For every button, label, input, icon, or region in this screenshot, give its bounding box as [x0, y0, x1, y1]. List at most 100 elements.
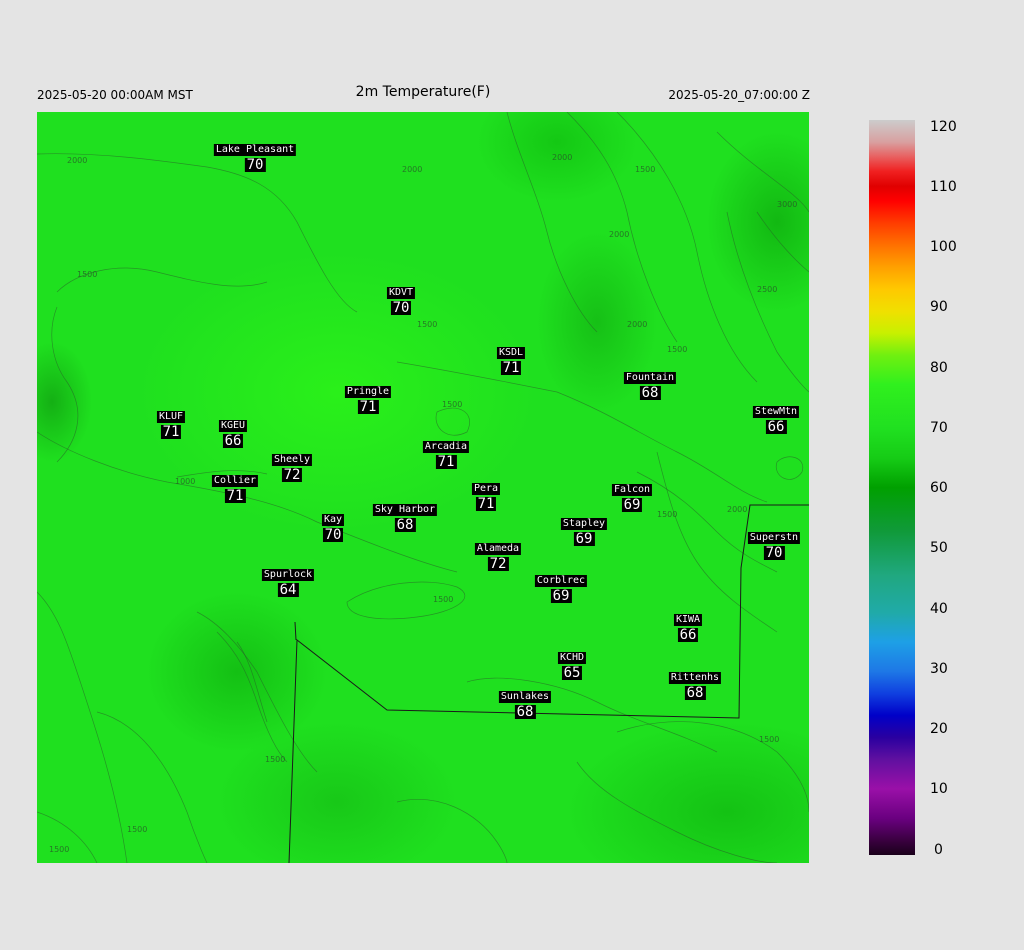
station-name: KGEU	[218, 420, 248, 432]
station-name: Corblrec	[534, 575, 588, 587]
station-kiwa: KIWA 66	[673, 609, 703, 643]
station-temperature: 72	[487, 556, 509, 572]
station-name: KSDL	[496, 347, 526, 359]
station-name: Sky Harbor	[372, 504, 438, 516]
station-stapley: Stapley 69	[560, 513, 608, 547]
station-temperature: 66	[222, 433, 244, 449]
station-rittenhs: Rittenhs 68	[668, 667, 722, 701]
station-superstn: Superstn 70	[747, 527, 801, 561]
station-kluf: KLUF 71	[156, 406, 186, 440]
valid-time-utc: 2025-05-20_07:00:00 Z	[668, 88, 810, 102]
contour-label: 1500	[759, 735, 779, 744]
contour-label: 2000	[627, 320, 647, 329]
station-name: Collier	[211, 475, 259, 487]
contour-label: 1500	[127, 825, 147, 834]
station-temperature: 66	[765, 419, 787, 435]
station-name: Sheely	[271, 454, 313, 466]
station-name: Sunlakes	[498, 691, 552, 703]
terrain-contours: 2000 2000 2000 1500 1500 1500 2000 2000 …	[37, 112, 809, 863]
station-name: Arcadia	[422, 441, 470, 453]
station-temperature: 71	[435, 454, 457, 470]
station-name: Spurlock	[261, 569, 315, 581]
station-name: KLUF	[156, 411, 186, 423]
station-name: Kay	[321, 514, 345, 526]
temperature-map: 2000 2000 2000 1500 1500 1500 2000 2000 …	[37, 112, 809, 863]
station-kay: Kay 70	[321, 509, 345, 543]
colorbar-tick-label: 70	[930, 420, 948, 436]
station-temperature: 71	[500, 360, 522, 376]
contour-label: 1500	[667, 345, 687, 354]
colorbar-tick-label: 90	[930, 299, 948, 315]
station-kchd: KCHD 65	[557, 647, 587, 681]
station-temperature: 69	[550, 588, 572, 604]
station-sky-harbor: Sky Harbor 68	[372, 499, 438, 532]
contour-label: 1500	[417, 320, 437, 329]
station-spurlock: Spurlock 64	[261, 564, 315, 598]
station-name: Alameda	[474, 543, 522, 555]
contour-label: 2000	[609, 230, 629, 239]
station-temperature: 68	[514, 704, 536, 720]
station-name: KDVT	[386, 287, 416, 299]
colorbar-tick-label: 60	[930, 480, 948, 496]
station-temperature: 66	[677, 627, 699, 643]
station-name: KCHD	[557, 652, 587, 664]
station-sunlakes: Sunlakes 68	[498, 686, 552, 720]
station-name: Fountain	[623, 372, 677, 384]
station-name: Pera	[471, 483, 501, 495]
colorbar-tick-label: 50	[930, 540, 948, 556]
station-pringle: Pringle 71	[344, 381, 392, 415]
station-name: Superstn	[747, 532, 801, 544]
station-sheely: Sheely 72	[271, 449, 313, 483]
station-collier: Collier 71	[211, 470, 259, 504]
station-falcon: Falcon 69	[611, 479, 653, 513]
station-temperature: 68	[639, 385, 661, 401]
station-lake-pleasant: Lake Pleasant 70	[213, 139, 297, 172]
station-temperature: 70	[763, 545, 785, 561]
station-temperature: 70	[390, 300, 412, 316]
station-temperature: 64	[277, 582, 299, 598]
station-temperature: 68	[684, 685, 706, 701]
station-temperature: 71	[160, 424, 182, 440]
contour-label: 2000	[402, 165, 422, 174]
station-corblrec: Corblrec 69	[534, 570, 588, 604]
contour-label: 2000	[67, 156, 87, 165]
station-temperature: 71	[475, 496, 497, 512]
station-name: Stapley	[560, 518, 608, 530]
station-name: KIWA	[673, 614, 703, 626]
contour-label: 1500	[657, 510, 677, 519]
contour-label: 1500	[77, 270, 97, 279]
colorbar-tick-label: 80	[930, 360, 948, 376]
station-kdvt: KDVT 70	[386, 282, 416, 316]
station-fountain: Fountain 68	[623, 367, 677, 401]
station-name: Lake Pleasant	[213, 144, 297, 156]
station-name: Rittenhs	[668, 672, 722, 684]
station-kgeu: KGEU 66	[218, 415, 248, 449]
colorbar-tick-label: 120	[930, 119, 957, 135]
colorbar-tick-label: 100	[930, 239, 957, 255]
contour-label: 2000	[552, 153, 572, 162]
station-alameda: Alameda 72	[474, 538, 522, 572]
station-temperature: 71	[224, 488, 246, 504]
station-ksdl: KSDL 71	[496, 342, 526, 376]
contour-label: 1500	[635, 165, 655, 174]
station-pera: Pera 71	[471, 478, 501, 512]
colorbar-tick-label: 40	[930, 601, 948, 617]
colorbar-tick-label: 10	[930, 781, 948, 797]
contour-label: 2000	[727, 505, 747, 514]
station-stewmtn: StewMtn 66	[752, 401, 800, 435]
colorbar-tick-label: 0	[934, 842, 943, 858]
station-temperature: 65	[561, 665, 583, 681]
colorbar-tick-label: 20	[930, 721, 948, 737]
station-name: Pringle	[344, 386, 392, 398]
station-name: StewMtn	[752, 406, 800, 418]
station-temperature: 72	[281, 467, 303, 483]
station-temperature: 71	[357, 399, 379, 415]
station-temperature: 70	[322, 527, 344, 543]
contour-label: 1500	[49, 845, 69, 854]
station-temperature: 69	[621, 497, 643, 513]
contour-label: 1500	[433, 595, 453, 604]
colorbar-tick-label: 30	[930, 661, 948, 677]
temperature-color-scale	[869, 120, 915, 855]
contour-label: 2500	[757, 285, 777, 294]
station-temperature: 69	[573, 531, 595, 547]
